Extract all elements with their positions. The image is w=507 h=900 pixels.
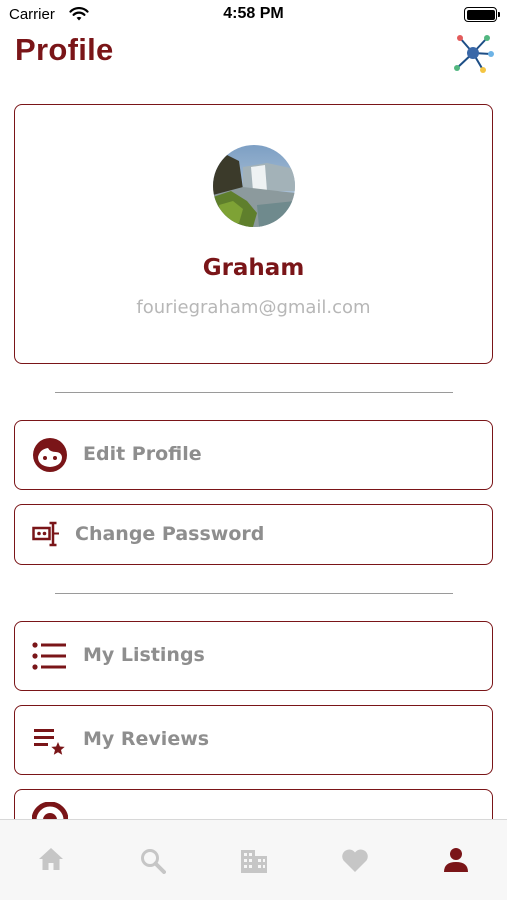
home-icon[interactable] xyxy=(38,847,64,871)
edit-profile-label: Edit Profile xyxy=(83,443,202,465)
heart-icon[interactable] xyxy=(341,848,369,873)
my-reviews-label: My Reviews xyxy=(83,728,210,750)
person-icon[interactable] xyxy=(443,847,469,873)
divider xyxy=(55,392,453,393)
my-reviews-button[interactable]: My Reviews xyxy=(14,705,493,775)
profile-email: fouriegraham@gmail.com xyxy=(136,297,371,318)
status-bar: Carrier 4:58 PM xyxy=(0,0,507,30)
avatar-image xyxy=(213,145,295,227)
my-listings-label: My Listings xyxy=(83,644,205,666)
edit-profile-button[interactable]: Edit Profile xyxy=(14,420,493,490)
battery-icon xyxy=(464,7,500,22)
face-icon xyxy=(33,438,67,472)
profile-name: Graham xyxy=(202,255,305,281)
my-listings-button[interactable]: My Listings xyxy=(14,621,493,691)
list-icon xyxy=(32,642,66,670)
profile-card: Graham fouriegraham@gmail.com xyxy=(14,104,493,364)
change-password-label: Change Password xyxy=(75,523,265,545)
avatar[interactable] xyxy=(213,145,295,227)
building-icon[interactable] xyxy=(240,848,268,874)
tab-bar xyxy=(0,819,507,900)
rated-list-icon xyxy=(34,729,65,755)
password-field-icon xyxy=(32,521,59,547)
search-icon[interactable] xyxy=(140,848,166,874)
change-password-button[interactable]: Change Password xyxy=(14,504,493,565)
status-time: 4:58 PM xyxy=(223,5,284,22)
page-title: Profile xyxy=(15,32,114,67)
network-nodes-icon[interactable] xyxy=(450,30,496,74)
divider xyxy=(55,593,453,594)
